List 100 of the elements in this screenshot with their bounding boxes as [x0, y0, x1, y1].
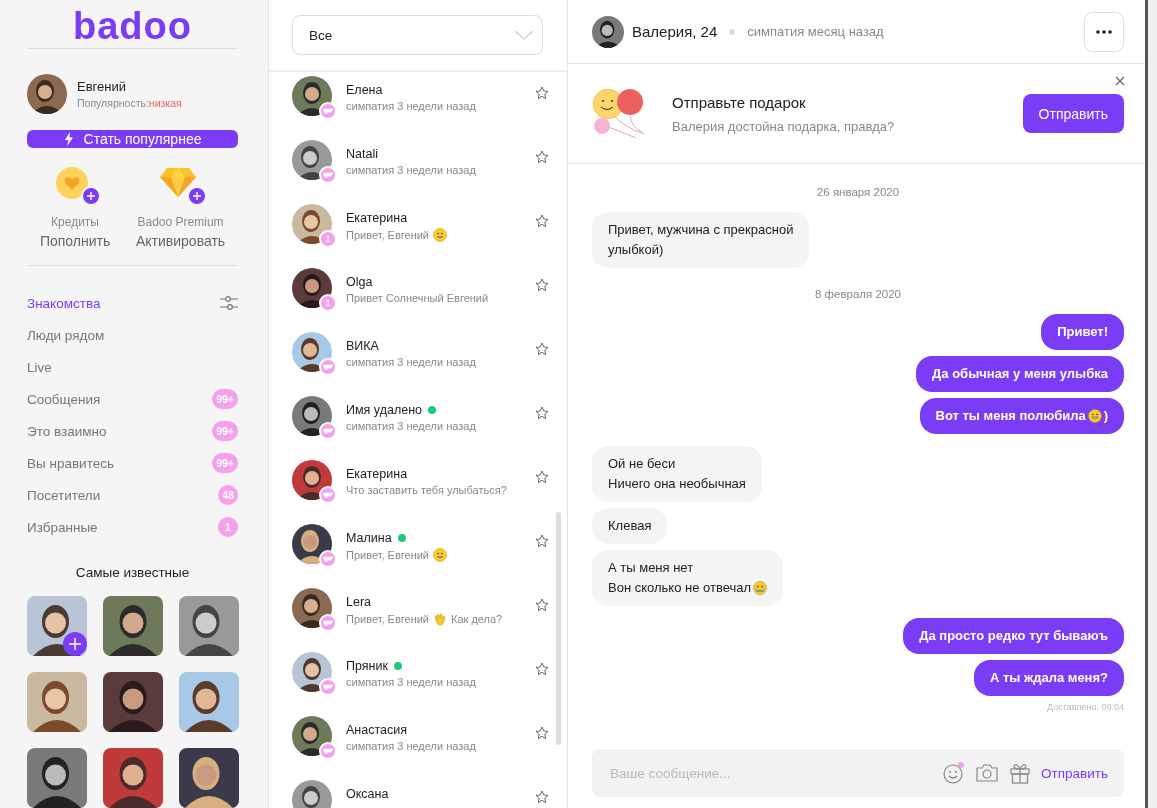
heart-coin-icon [55, 165, 90, 200]
star-icon[interactable] [535, 278, 549, 292]
contact-name[interactable]: Имя удалено [346, 403, 422, 417]
contact-name[interactable]: Анастасия [346, 723, 407, 737]
nav-link[interactable]: Вы нравитесь [27, 455, 114, 471]
more-icon [1096, 29, 1112, 34]
grinning-face-icon [1087, 409, 1102, 423]
message-text: ) [1103, 407, 1108, 425]
close-icon[interactable] [1115, 76, 1125, 86]
boost-button[interactable]: Стать популярнее [27, 129, 238, 148]
contact-name[interactable]: Пряник [346, 659, 388, 673]
star-icon[interactable] [535, 406, 549, 420]
star-icon[interactable] [535, 214, 549, 228]
smiley-icon [433, 228, 447, 242]
nav-link[interactable]: Это взаимно [27, 423, 107, 439]
message-text: Ничего она необычная [608, 475, 746, 493]
nav-link[interactable]: Сообщения [27, 391, 101, 407]
emoji-icon[interactable] [943, 762, 966, 784]
message-preview: симпатия 3 недели назад [346, 356, 476, 368]
window-scrollbar[interactable] [1145, 0, 1157, 808]
user-name: Евгений [77, 78, 127, 94]
hearts-badge-icon [319, 102, 337, 120]
message-text: А ты меня нет [608, 559, 694, 577]
popularity-text: Популярность:низкая [77, 96, 182, 109]
count-badge: 1 [218, 517, 238, 537]
perk-action-button[interactable]: Активировать [135, 232, 226, 249]
contact-name[interactable]: Оксана [346, 787, 389, 801]
diamond-icon [158, 165, 197, 198]
star-icon[interactable] [535, 726, 549, 740]
gift-icon[interactable] [1009, 762, 1032, 784]
perk-title: Кредиты [51, 214, 99, 229]
contact-name: Валерия, 24 [632, 23, 718, 40]
send-link[interactable]: Отправить [1041, 765, 1108, 781]
message-preview: Привет, Евгений [346, 613, 429, 625]
more-button[interactable] [1084, 11, 1124, 52]
star-icon[interactable] [535, 470, 549, 484]
contact-name[interactable]: Екатерина [346, 467, 408, 481]
unread-badge: 1 [319, 294, 337, 312]
scrollbar[interactable] [556, 512, 561, 745]
waving-hand-icon [433, 612, 447, 626]
add-button[interactable] [186, 185, 207, 206]
message-text: Ой не беси [608, 455, 676, 473]
message-text: Привет! [1057, 323, 1108, 341]
contact-name[interactable]: Елена [346, 83, 383, 97]
lightning-icon [63, 131, 74, 146]
star-icon[interactable] [535, 598, 549, 612]
message-text: Клевая [608, 517, 652, 535]
message-text: Да просто редко тут бываюъ [919, 627, 1108, 645]
contact-name[interactable]: Lera [346, 595, 372, 609]
section-title: Самые известные [74, 565, 191, 580]
contact-name[interactable]: ВИКА [346, 339, 379, 353]
nav-link[interactable]: Посетители [27, 487, 101, 503]
match-status: симпатия месяц назад [747, 24, 885, 39]
star-icon[interactable] [535, 790, 549, 804]
message-preview: симпатия 3 недели назад [346, 164, 476, 176]
hearts-badge-icon [319, 678, 337, 696]
contact-name[interactable]: Natali [346, 147, 378, 161]
crying-face-icon [753, 581, 768, 595]
hearts-badge-icon [319, 550, 337, 568]
hearts-badge-icon [319, 614, 337, 632]
message-preview: Привет Солнечный Евгений [346, 292, 489, 304]
hearts-badge-icon [319, 486, 337, 504]
add-button[interactable] [81, 185, 102, 206]
hearts-badge-icon [319, 166, 337, 184]
chevron-down-icon [514, 30, 534, 40]
nav-link[interactable]: Люди рядом [27, 327, 105, 343]
plus-icon [69, 638, 81, 650]
star-icon[interactable] [535, 150, 549, 164]
nav-link[interactable]: Избранные [27, 519, 98, 535]
perk-title: Badoo Premium [137, 214, 224, 229]
message-preview: Привет, Евгений [346, 229, 429, 241]
star-icon[interactable] [535, 86, 549, 100]
star-icon[interactable] [535, 662, 549, 676]
logo[interactable]: badoo [27, 0, 238, 48]
star-icon[interactable] [535, 534, 549, 548]
filter-icon[interactable] [220, 295, 238, 311]
hearts-badge-icon [319, 422, 337, 440]
contact-name[interactable]: Малина [346, 531, 392, 545]
count-badge: 48 [218, 485, 238, 505]
message-preview: Что заставить тебя улыбаться? [346, 484, 507, 496]
nav-link[interactable]: Знакомства [27, 295, 101, 311]
plus-icon [87, 191, 96, 200]
filter-dropdown[interactable]: Все [292, 15, 543, 55]
message-preview: симпатия 3 недели назад [346, 740, 476, 752]
message-preview: симпатия 3 недели назад [346, 420, 476, 432]
nav-link[interactable]: Live [27, 359, 52, 375]
message-text: Привет, мужчина с прекрасной [608, 221, 794, 239]
date-label: 26 января 2020 [816, 186, 900, 198]
send-gift-button[interactable]: Отправить [1022, 94, 1124, 133]
contact-name[interactable]: Olga [346, 275, 373, 289]
count-badge: 99+ [212, 453, 238, 473]
star-icon[interactable] [535, 342, 549, 356]
delivery-status: Доставлено, 00:04 [1046, 702, 1124, 712]
contact-name[interactable]: Екатерина [346, 211, 408, 225]
message-preview: Как дела? [451, 613, 503, 625]
perk-action-button[interactable]: Пополнить [39, 232, 111, 249]
message-text: Да обычная у меня улыбка [932, 365, 1108, 383]
separator-dot [729, 28, 736, 35]
count-badge: 99+ [212, 389, 238, 409]
unread-badge: 1 [319, 230, 337, 248]
